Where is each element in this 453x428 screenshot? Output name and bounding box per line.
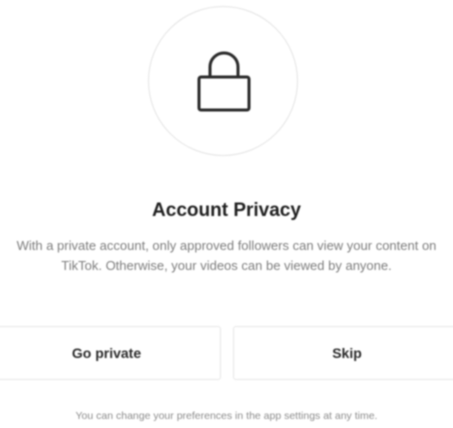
privacy-description: With a private account, only approved fo… (16, 238, 437, 273)
lock-icon (197, 51, 251, 112)
settings-footnote: You can change your preferences in the a… (75, 410, 378, 422)
go-private-button[interactable]: Go private (0, 326, 221, 380)
page-title: Account Privacy (152, 200, 301, 221)
skip-button[interactable]: Skip (233, 326, 453, 380)
lock-icon-circle (148, 6, 298, 156)
account-privacy-screen: Account Privacy With a private account, … (0, 0, 453, 428)
